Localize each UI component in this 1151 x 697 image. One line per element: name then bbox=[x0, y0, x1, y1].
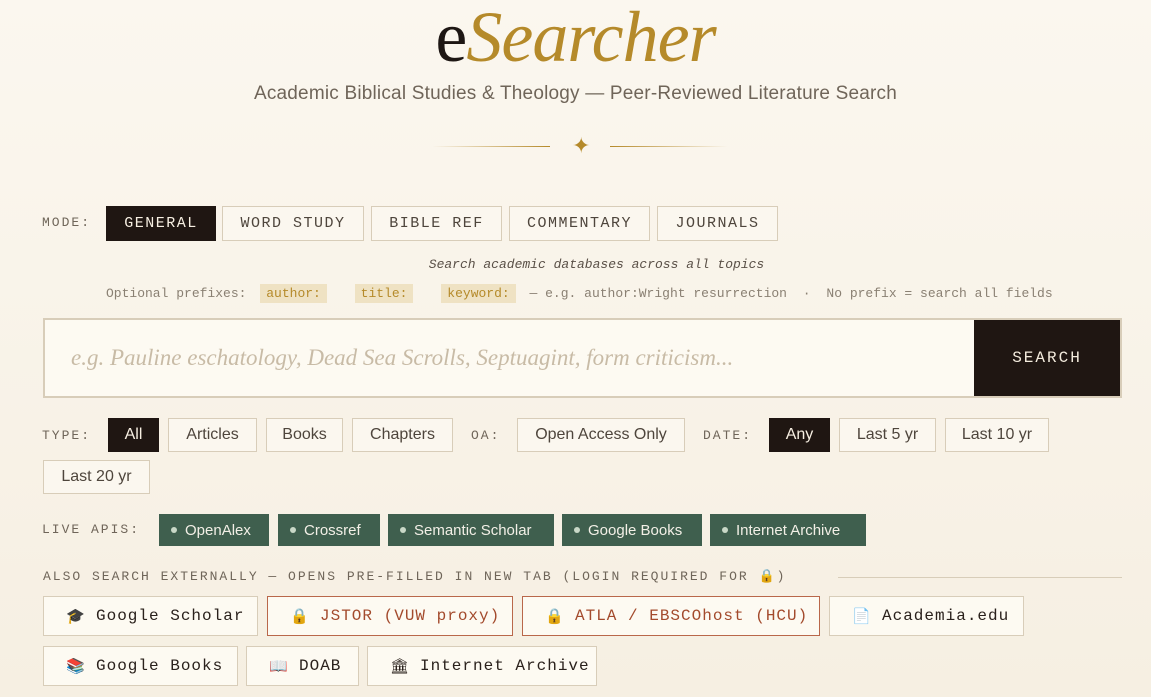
document-icon: 📄 bbox=[852, 608, 872, 626]
external-link-academia[interactable]: 📄 Academia.edu bbox=[829, 596, 1024, 636]
mode-commentary-button[interactable]: COMMENTARY bbox=[509, 206, 650, 241]
external-link-google-scholar[interactable]: 🎓 Google Scholar bbox=[43, 596, 258, 636]
external-divider bbox=[838, 577, 1122, 578]
lock-icon: 🔒 bbox=[290, 608, 310, 626]
type-books-button[interactable]: Books bbox=[266, 418, 343, 452]
external-link-label: Google Books bbox=[96, 657, 224, 675]
prefix-help: Optional prefixes: author: title: keywor… bbox=[106, 284, 1053, 303]
external-search-label: ALSO SEARCH EXTERNALLY — OPENS PRE-FILLE… bbox=[43, 569, 787, 584]
mode-bible-ref-button[interactable]: BIBLE REF bbox=[371, 206, 502, 241]
api-name: Crossref bbox=[304, 521, 361, 539]
api-name: Semantic Scholar bbox=[414, 521, 532, 539]
lock-icon: 🔒 bbox=[545, 608, 565, 626]
api-name: Google Books bbox=[588, 521, 683, 539]
search-input[interactable] bbox=[45, 320, 974, 396]
external-link-internet-archive[interactable]: 🏛 Internet Archive bbox=[367, 646, 597, 686]
api-badge-openalex: OpenAlex bbox=[159, 514, 269, 546]
ornament-line-left bbox=[432, 146, 550, 147]
ornament-divider: ✦ bbox=[432, 133, 728, 159]
graduation-cap-icon: 🎓 bbox=[66, 608, 86, 626]
date-last-10-button[interactable]: Last 10 yr bbox=[945, 418, 1049, 452]
star-ornament-icon: ✦ bbox=[572, 133, 591, 158]
type-chapters-button[interactable]: Chapters bbox=[352, 418, 453, 452]
external-link-label: Google Scholar bbox=[96, 607, 245, 625]
status-dot-icon bbox=[400, 527, 406, 533]
search-bar: SEARCH bbox=[43, 318, 1122, 398]
external-link-label: JSTOR (VUW proxy) bbox=[320, 607, 501, 625]
external-link-label: Academia.edu bbox=[882, 607, 1010, 625]
api-name: OpenAlex bbox=[185, 521, 251, 539]
search-button[interactable]: SEARCH bbox=[974, 320, 1120, 396]
site-title-prefix: e bbox=[435, 0, 467, 77]
mode-journals-button[interactable]: JOURNALS bbox=[657, 206, 778, 241]
mode-hint: Search academic databases across all top… bbox=[428, 257, 765, 272]
prefix-intro: Optional prefixes: bbox=[106, 286, 247, 301]
api-badge-crossref: Crossref bbox=[278, 514, 380, 546]
type-articles-button[interactable]: Articles bbox=[168, 418, 257, 452]
external-link-label: ATLA / EBSCOhost (HCU) bbox=[575, 607, 809, 625]
date-any-button[interactable]: Any bbox=[769, 418, 830, 452]
live-apis-label: LIVE APIS: bbox=[42, 522, 141, 537]
status-dot-icon bbox=[574, 527, 580, 533]
oa-label: OA: bbox=[471, 428, 501, 443]
site-subtitle: Academic Biblical Studies & Theology — P… bbox=[253, 83, 898, 104]
date-label: DATE: bbox=[703, 428, 753, 443]
external-link-doab[interactable]: 📖 DOAB bbox=[246, 646, 359, 686]
type-all-button[interactable]: All bbox=[108, 418, 159, 452]
prefix-example: — e.g. author:Wright resurrection bbox=[529, 286, 787, 301]
external-link-google-books[interactable]: 📚 Google Books bbox=[43, 646, 238, 686]
open-book-icon: 📖 bbox=[269, 658, 289, 676]
prefix-note: No prefix = search all fields bbox=[826, 286, 1053, 301]
archive-building-icon: 🏛 bbox=[390, 658, 411, 676]
api-name: Internet Archive bbox=[736, 521, 841, 539]
type-label: TYPE: bbox=[42, 428, 92, 443]
status-dot-icon bbox=[722, 527, 728, 533]
site-title: eSearcher bbox=[0, 0, 1151, 80]
status-dot-icon bbox=[171, 527, 177, 533]
prefix-chip-keyword[interactable]: keyword: bbox=[441, 284, 516, 303]
open-access-toggle[interactable]: Open Access Only bbox=[517, 418, 685, 452]
external-link-label: Internet Archive bbox=[420, 657, 590, 675]
external-link-jstor[interactable]: 🔒 JSTOR (VUW proxy) bbox=[267, 596, 513, 636]
status-dot-icon bbox=[290, 527, 296, 533]
date-last-5-button[interactable]: Last 5 yr bbox=[839, 418, 936, 452]
mode-label: MODE: bbox=[42, 215, 92, 230]
api-badge-google-books: Google Books bbox=[562, 514, 702, 546]
external-link-atla-ebscohost[interactable]: 🔒 ATLA / EBSCOhost (HCU) bbox=[522, 596, 820, 636]
prefix-chip-title[interactable]: title: bbox=[354, 284, 414, 303]
external-link-label: DOAB bbox=[299, 657, 342, 675]
api-badge-semantic-scholar: Semantic Scholar bbox=[388, 514, 554, 546]
api-badge-internet-archive: Internet Archive bbox=[710, 514, 866, 546]
prefix-chip-author[interactable]: author: bbox=[260, 284, 327, 303]
mode-general-button[interactable]: GENERAL bbox=[106, 206, 216, 241]
prefix-separator: · bbox=[802, 286, 811, 301]
ornament-line-right bbox=[610, 146, 728, 147]
books-icon: 📚 bbox=[66, 658, 86, 676]
date-last-20-button[interactable]: Last 20 yr bbox=[43, 460, 150, 494]
site-title-main: Searcher bbox=[466, 0, 716, 77]
mode-word-study-button[interactable]: WORD STUDY bbox=[222, 206, 364, 241]
